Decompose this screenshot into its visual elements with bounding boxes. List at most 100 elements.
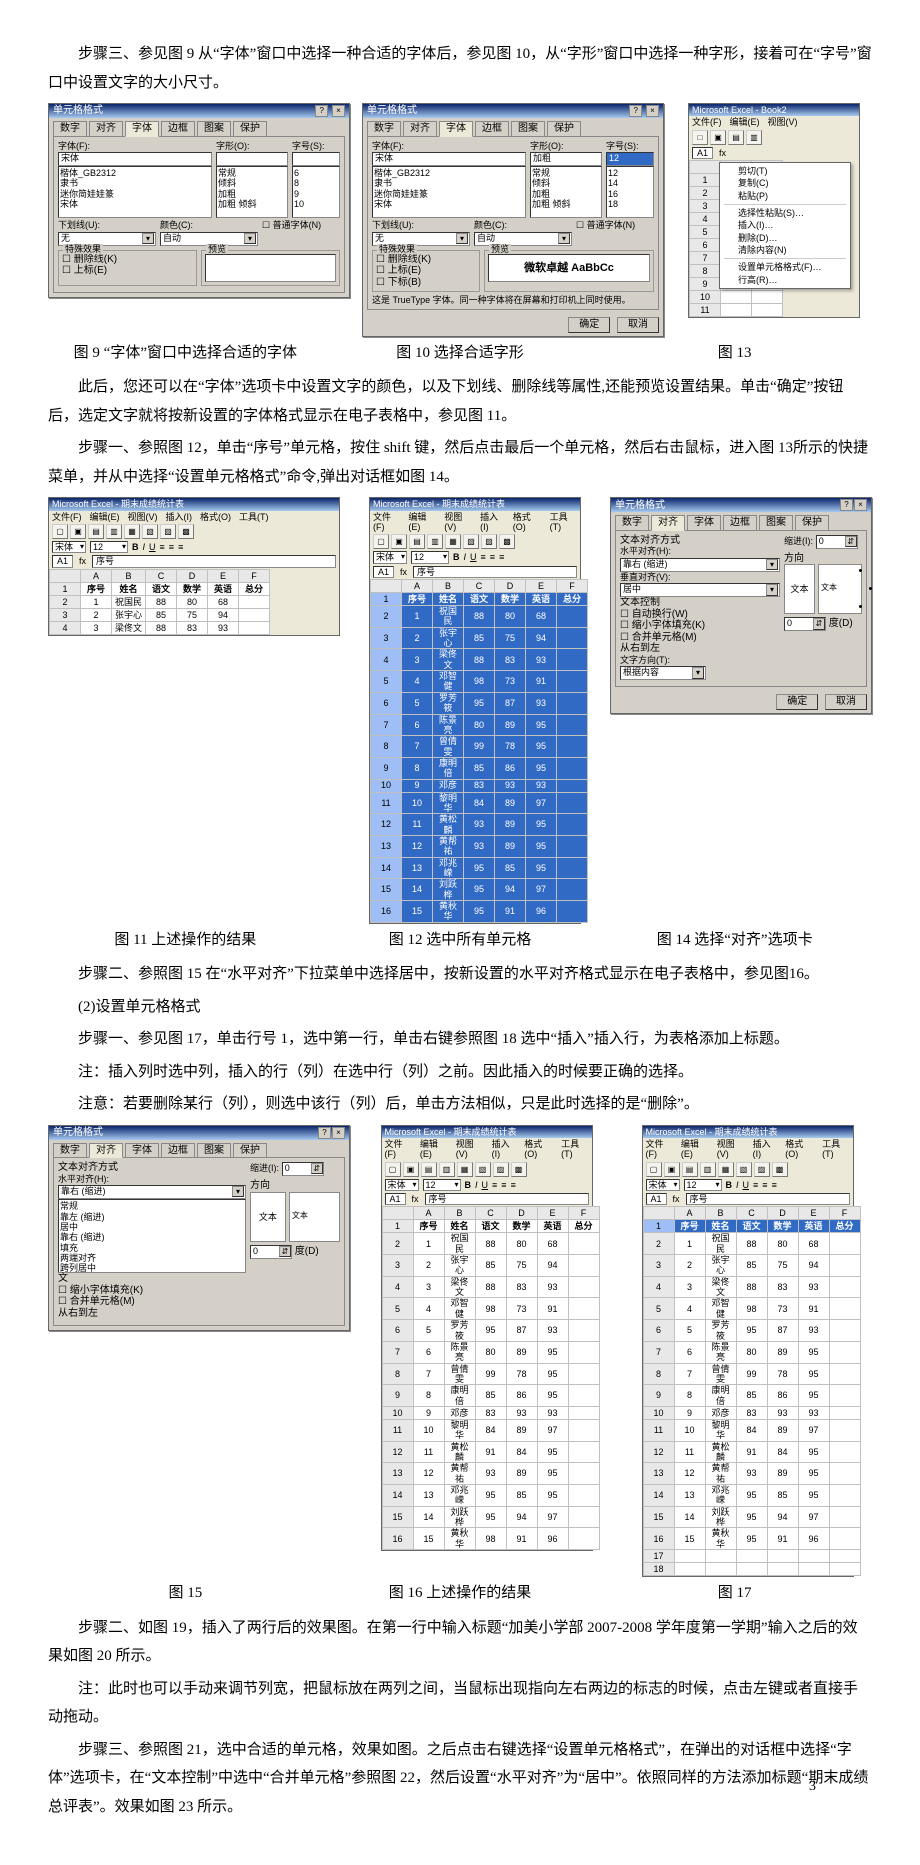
cell[interactable]: 95 bbox=[526, 714, 557, 736]
cell[interactable]: 95 bbox=[537, 1441, 568, 1463]
cell[interactable]: 95 bbox=[736, 1484, 767, 1506]
list-item[interactable]: 宋体 bbox=[374, 199, 524, 209]
cell[interactable]: 78 bbox=[495, 736, 526, 758]
list-item[interactable]: 常规 bbox=[60, 1201, 244, 1211]
cell[interactable]: 95 bbox=[464, 692, 495, 714]
cell[interactable]: 85 bbox=[495, 857, 526, 879]
toolbar-icon[interactable]: ▢ bbox=[646, 1162, 662, 1177]
cell[interactable]: 89 bbox=[495, 814, 526, 836]
tab-图案[interactable]: 图案 bbox=[511, 121, 545, 136]
cell[interactable]: 83 bbox=[495, 649, 526, 671]
cell[interactable]: 91 bbox=[506, 1528, 537, 1550]
col-head[interactable]: A bbox=[674, 1207, 705, 1220]
row-head[interactable]: 16 bbox=[371, 901, 402, 923]
cell[interactable]: 3 bbox=[413, 1276, 444, 1298]
cell[interactable]: 14 bbox=[674, 1506, 705, 1528]
menu-item[interactable]: 编辑(E) bbox=[730, 117, 760, 127]
list-item[interactable]: 居中 bbox=[60, 1222, 244, 1232]
cell[interactable]: 8 bbox=[413, 1385, 444, 1407]
cell[interactable] bbox=[557, 606, 588, 628]
textdir-dd[interactable]: 根据内容 bbox=[620, 666, 706, 680]
cell[interactable]: 97 bbox=[526, 792, 557, 814]
col-head[interactable]: F bbox=[568, 1207, 599, 1220]
cell[interactable] bbox=[239, 621, 270, 634]
cell[interactable]: 88 bbox=[736, 1276, 767, 1298]
cell[interactable]: 数学 bbox=[767, 1220, 798, 1233]
toolbar-icon[interactable]: ▨ bbox=[481, 534, 497, 549]
menu-item[interactable]: 文件(F) bbox=[385, 1139, 412, 1160]
cell[interactable]: 94 bbox=[495, 879, 526, 901]
font-input[interactable]: 宋体 bbox=[58, 152, 212, 166]
cell[interactable]: 95 bbox=[475, 1484, 506, 1506]
list-item[interactable]: 隶书 bbox=[60, 178, 210, 188]
cell[interactable]: 14 bbox=[413, 1506, 444, 1528]
list-item[interactable]: 倾斜 bbox=[218, 178, 286, 188]
cell[interactable]: 梁佟文 bbox=[433, 649, 464, 671]
cell[interactable]: 95 bbox=[736, 1320, 767, 1342]
row-head[interactable]: 14 bbox=[371, 857, 402, 879]
cell[interactable]: 97 bbox=[537, 1419, 568, 1441]
row-head[interactable]: 9 bbox=[382, 1385, 413, 1407]
underline-button[interactable]: U bbox=[743, 1180, 750, 1190]
cell[interactable]: 曾倩雯 bbox=[444, 1363, 475, 1385]
cell[interactable]: 94 bbox=[767, 1506, 798, 1528]
cell[interactable]: 88 bbox=[146, 595, 177, 608]
cell[interactable]: 语文 bbox=[475, 1220, 506, 1233]
align-center-icon[interactable]: ≡ bbox=[762, 1180, 767, 1190]
toolbar-icon[interactable]: ▣ bbox=[403, 1162, 419, 1177]
cell[interactable]: 84 bbox=[475, 1419, 506, 1441]
size-list[interactable]: 68910 bbox=[292, 166, 340, 218]
cell[interactable]: 4 bbox=[674, 1298, 705, 1320]
list-item[interactable]: 靠右 (缩进) bbox=[60, 1232, 244, 1242]
cell[interactable]: 91 bbox=[736, 1441, 767, 1463]
cell[interactable] bbox=[736, 1550, 767, 1563]
help-icon[interactable]: ? bbox=[629, 105, 642, 117]
list-item[interactable]: 倾斜 bbox=[532, 178, 600, 188]
cell[interactable]: 10 bbox=[413, 1419, 444, 1441]
cell[interactable] bbox=[557, 714, 588, 736]
cell[interactable]: 80 bbox=[506, 1233, 537, 1255]
toolbar-icon[interactable]: ▤ bbox=[682, 1162, 698, 1177]
cell[interactable]: 99 bbox=[475, 1363, 506, 1385]
tab-边框[interactable]: 边框 bbox=[161, 1143, 195, 1158]
col-head[interactable]: B bbox=[433, 580, 464, 593]
tab-字体[interactable]: 字体 bbox=[687, 515, 721, 530]
cell[interactable] bbox=[829, 1233, 860, 1255]
menu-item[interactable]: 编辑(E) bbox=[90, 512, 120, 522]
cell[interactable]: 英语 bbox=[798, 1220, 829, 1233]
namebox[interactable]: A1 bbox=[646, 1193, 667, 1205]
cell[interactable]: 2 bbox=[413, 1255, 444, 1277]
cell[interactable] bbox=[829, 1563, 860, 1576]
cell[interactable]: 93 bbox=[798, 1276, 829, 1298]
cell[interactable]: 73 bbox=[767, 1298, 798, 1320]
cell[interactable] bbox=[829, 1528, 860, 1550]
list-item[interactable]: 隶书 bbox=[374, 178, 524, 188]
col-head[interactable]: E bbox=[208, 569, 239, 582]
cell[interactable]: 94 bbox=[506, 1506, 537, 1528]
deg-spin[interactable]: 0 bbox=[784, 617, 826, 631]
cell[interactable]: 88 bbox=[475, 1233, 506, 1255]
row-head[interactable]: 13 bbox=[382, 1463, 413, 1485]
bold-button[interactable]: B bbox=[132, 542, 139, 552]
cell[interactable]: 88 bbox=[146, 621, 177, 634]
context-menu[interactable]: 剪切(T)复制(C)粘贴(P)选择性粘贴(S)…插入(I)…删除(D)…清除内容… bbox=[719, 162, 851, 289]
row-head[interactable]: 14 bbox=[382, 1484, 413, 1506]
halign-dd[interactable]: 靠右 (缩进) bbox=[620, 558, 780, 572]
cell[interactable]: 英语 bbox=[537, 1220, 568, 1233]
col-head[interactable]: F bbox=[829, 1207, 860, 1220]
cell[interactable]: 12 bbox=[413, 1463, 444, 1485]
cell[interactable]: 93 bbox=[475, 1463, 506, 1485]
shrink-check[interactable]: 缩小字体填充(K) bbox=[620, 620, 780, 632]
cell[interactable]: 黄松麟 bbox=[705, 1441, 736, 1463]
tab-字体[interactable]: 字体 bbox=[439, 121, 473, 137]
cell[interactable]: 96 bbox=[537, 1528, 568, 1550]
row-head[interactable]: 8 bbox=[371, 736, 402, 758]
tab-字体[interactable]: 字体 bbox=[125, 121, 159, 137]
cell[interactable]: 75 bbox=[767, 1255, 798, 1277]
normalfont-check[interactable]: 普通字体(N) bbox=[576, 220, 635, 230]
cancel-button[interactable]: 取消 bbox=[617, 317, 659, 333]
row-head[interactable]: 7 bbox=[643, 1341, 674, 1363]
cell[interactable]: 罗芳筱 bbox=[705, 1320, 736, 1342]
cell[interactable] bbox=[568, 1341, 599, 1363]
cell[interactable] bbox=[557, 857, 588, 879]
